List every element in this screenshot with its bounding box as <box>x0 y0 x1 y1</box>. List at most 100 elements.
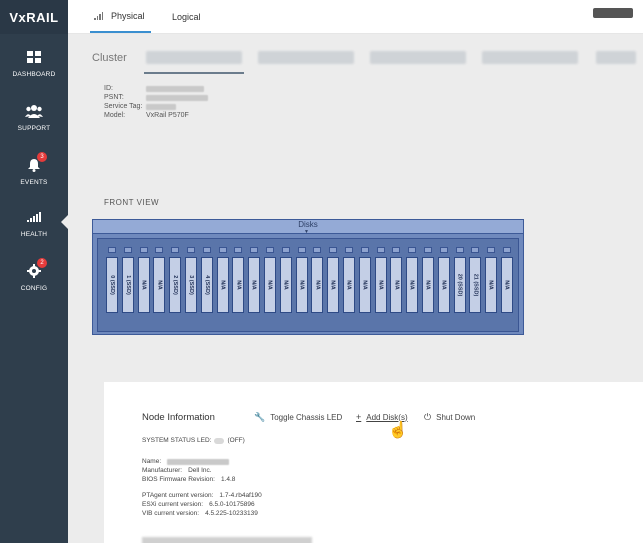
disk-slot-led <box>250 247 259 253</box>
disk-slot-led <box>408 247 417 253</box>
manufacturer-row: Manufacturer: Dell Inc. <box>142 467 212 474</box>
disk-slot-led <box>313 247 322 253</box>
disk-slot-led <box>439 247 448 253</box>
disk-slot[interactable]: N/A <box>501 257 513 313</box>
node-information-title: Node Information <box>142 412 215 423</box>
sidebar-item-support[interactable]: SUPPORT <box>0 94 68 140</box>
front-view-title: FRONT VIEW <box>104 198 160 207</box>
disk-slot-led <box>471 247 480 253</box>
disk-slot-led <box>392 247 401 253</box>
disk-slot-led <box>376 247 385 253</box>
disk-slot[interactable]: N/A <box>437 257 450 313</box>
disk-slot[interactable]: 4 (SSD) <box>200 257 213 313</box>
disk-slot-label: N/A <box>266 280 273 290</box>
shut-down-label: Shut Down <box>436 413 476 422</box>
hand-cursor-icon: ☝ <box>388 422 408 439</box>
tab-logical[interactable]: Logical <box>172 0 201 33</box>
active-item-pointer <box>61 215 68 229</box>
people-icon <box>24 102 44 120</box>
disk-slot-led <box>487 247 496 253</box>
gear-icon: 2 <box>24 258 47 280</box>
disk-slot[interactable]: N/A <box>422 257 434 313</box>
disk-slot[interactable]: 2 (SSD) <box>169 257 182 313</box>
vxrail-logo: VxRAIL <box>0 0 68 34</box>
disk-slot[interactable]: 1 (SSD) <box>121 257 134 313</box>
disk-slot-label: 0 (SSD) <box>109 275 115 295</box>
disk-slot-label: N/A <box>503 280 510 290</box>
disk-slot[interactable]: N/A <box>248 257 261 313</box>
chassis-front-view: Disks ▼ 0 (SSD) 1 (SSD) N/A N/A 2 (SSD) 3 (SS… <box>92 219 524 335</box>
power-icon: ⏻ <box>424 412 432 422</box>
disk-slot-led <box>503 247 511 253</box>
disk-slot[interactable]: N/A <box>406 257 419 313</box>
cluster-node-tab[interactable] <box>596 51 636 64</box>
node-identity: ID: PSNT: Service Tag: Model: VxRail P570… <box>104 84 208 120</box>
header-action-button[interactable] <box>593 8 633 18</box>
bell-icon: 3 <box>24 152 47 174</box>
esxi-value: 6.5.0-10175896 <box>209 501 255 508</box>
disk-slot[interactable]: N/A <box>216 257 229 313</box>
service-tag-label: Service Tag: <box>104 103 143 110</box>
cluster-node-tab[interactable] <box>370 51 466 64</box>
tab-physical[interactable]: Physical <box>90 0 151 33</box>
disk-slot[interactable]: N/A <box>279 257 292 313</box>
sidebar-item-config[interactable]: 2 CONFIG <box>0 254 68 300</box>
bios-label: BIOS Firmware Revision: <box>142 476 215 483</box>
disk-slot-label: N/A <box>488 280 495 290</box>
disk-slot-led <box>455 247 464 253</box>
cluster-node-tab[interactable] <box>482 51 578 64</box>
disk-slot-label: N/A <box>361 280 368 290</box>
redacted-id <box>146 85 204 92</box>
cluster-node-tab[interactable] <box>258 51 354 64</box>
disk-slot[interactable]: N/A <box>327 257 340 313</box>
toggle-chassis-led-label: Toggle Chassis LED <box>270 413 343 422</box>
ptagent-value: 1.7-4.rb4af190 <box>219 492 262 499</box>
chevron-down-icon: ▼ <box>304 229 309 235</box>
disk-slot[interactable]: 3 (SSD) <box>185 257 197 313</box>
disk-slot[interactable]: N/A <box>153 257 166 313</box>
disk-slot-label: N/A <box>156 280 163 290</box>
disk-slot[interactable]: N/A <box>232 257 245 313</box>
disk-slot[interactable]: N/A <box>374 257 387 313</box>
name-label: Name: <box>142 458 162 465</box>
vib-label: VIB current version: <box>142 510 200 517</box>
shut-down-button[interactable]: ⏻ Shut Down <box>424 412 475 423</box>
sidebar-item-dashboard[interactable]: DASHBOARD <box>0 40 68 86</box>
disk-slot[interactable]: N/A <box>343 257 355 313</box>
sidebar-item-events[interactable]: 3 EVENTS <box>0 148 68 194</box>
disk-slot-led <box>123 247 132 253</box>
disk-slot-led <box>329 247 338 253</box>
vxrail-app: VxRAIL DASHBOARD SUPPORT 3 EVENTS HEALTH… <box>0 0 643 543</box>
disk-slot[interactable]: N/A <box>295 257 308 313</box>
disk-slot[interactable]: N/A <box>485 257 498 313</box>
active-node-underline <box>144 72 244 74</box>
disk-slot[interactable]: N/A <box>311 257 324 313</box>
main-content: Cluster ID: PSNT: Service Tag: Model: VxR… <box>68 34 643 543</box>
disk-slot[interactable]: N/A <box>358 257 371 313</box>
id-label: ID: <box>104 85 113 92</box>
sidebar: VxRAIL DASHBOARD SUPPORT 3 EVENTS HEALTH… <box>0 0 68 543</box>
disk-bay: 0 (SSD) 1 (SSD) N/A N/A 2 (SSD) 3 (SSD) 4 (SSD… <box>97 238 519 332</box>
top-tab-bar: Physical Logical <box>68 0 643 34</box>
model-value: VxRail P570F <box>146 112 189 119</box>
disk-slot-label: N/A <box>140 280 147 290</box>
disk-slot-label: N/A <box>424 280 431 290</box>
tab-label: Physical <box>111 10 145 21</box>
disk-slot[interactable]: 0 (SSD) <box>106 257 118 313</box>
disk-slot[interactable]: N/A <box>390 257 403 313</box>
sidebar-item-health[interactable]: HEALTH <box>0 200 68 246</box>
disk-slot-label: 2 (SSD) <box>172 275 179 295</box>
disk-slot[interactable]: N/A <box>264 257 276 313</box>
ptagent-row: PTAgent current version: 1.7-4.rb4af190 <box>142 492 262 499</box>
disk-slot-label: N/A <box>282 280 289 290</box>
disk-slot-led <box>139 247 148 253</box>
disk-slot[interactable]: N/A <box>137 257 150 313</box>
redacted-psnt <box>146 94 208 101</box>
disk-slot[interactable]: 21 (SSD) <box>469 257 482 313</box>
vib-row: VIB current version: 4.5.225-10233139 <box>142 510 258 517</box>
disk-slot-led <box>424 247 432 253</box>
cluster-node-tab[interactable] <box>146 51 242 64</box>
toggle-chassis-led-button[interactable]: 🔧 Toggle Chassis LED <box>254 412 342 423</box>
tab-label: Logical <box>172 11 201 22</box>
disk-slot[interactable]: 20 (SSD) <box>453 257 466 313</box>
